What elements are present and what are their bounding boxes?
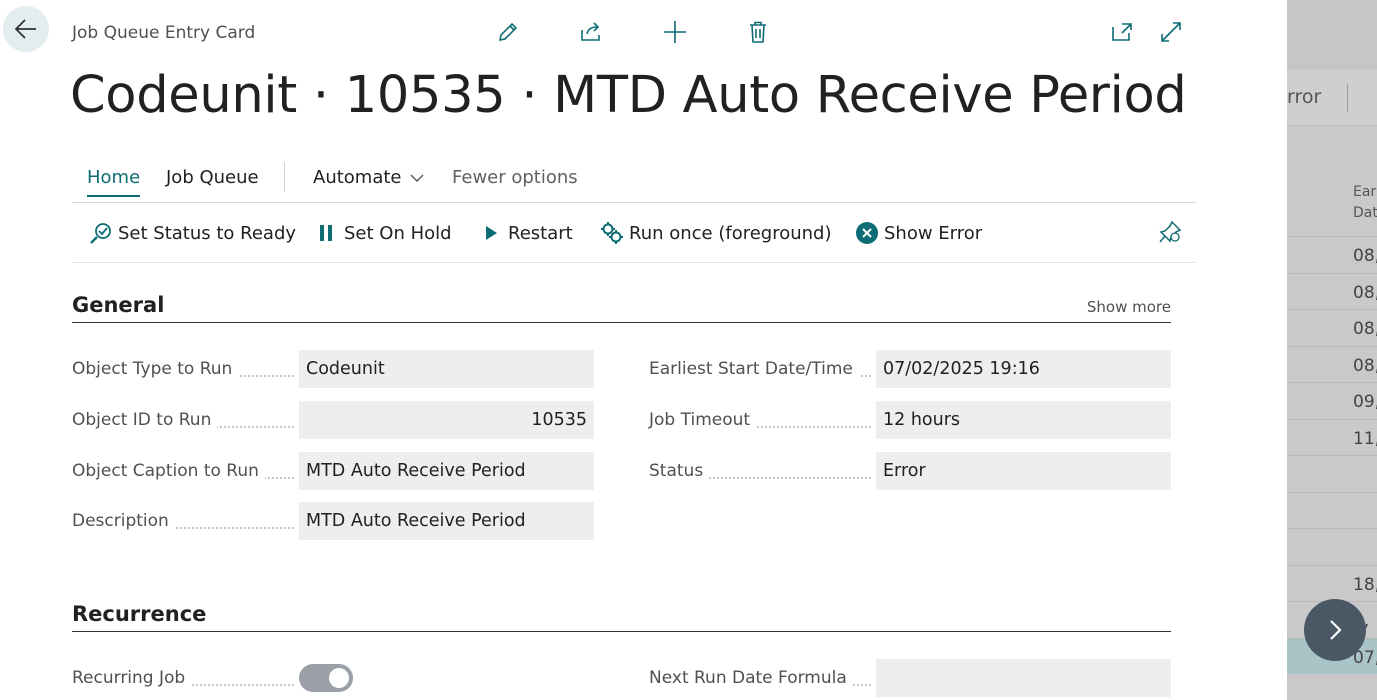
background-header	[1287, 0, 1377, 70]
status-label: Status	[649, 461, 710, 481]
table-row	[1287, 455, 1377, 492]
error-x-icon	[855, 221, 879, 245]
table-row: 08,	[1287, 309, 1377, 346]
table-row	[1287, 528, 1377, 565]
new-button[interactable]	[661, 18, 689, 46]
next-run-formula-label: Next Run Date Formula	[649, 668, 853, 688]
edit-pencil-icon	[498, 22, 518, 42]
job-timeout-label: Job Timeout	[649, 410, 757, 430]
restart-button[interactable]: Restart	[479, 221, 573, 245]
object-id-label: Object ID to Run	[72, 410, 218, 430]
run-once-button[interactable]: Run once (foreground)	[600, 221, 832, 245]
show-error-label: Show Error	[884, 222, 983, 244]
table-row: 08,	[1287, 345, 1377, 383]
status-input[interactable]: Error	[876, 452, 1171, 490]
general-section-header[interactable]: General Show more	[72, 293, 1171, 323]
chevron-right-icon	[1330, 620, 1342, 640]
description-field: Description MTD Auto Receive Period	[72, 502, 594, 540]
background-list-page: rror Ear Dat 08, 08, 08, 08, 09, 11, 18,…	[1287, 0, 1377, 700]
table-row: 08,	[1287, 272, 1377, 310]
set-ready-icon	[89, 221, 113, 245]
open-new-window-button[interactable]	[1108, 18, 1136, 46]
object-id-input[interactable]: 10535	[299, 401, 594, 439]
expand-icon	[1161, 22, 1181, 42]
recurring-job-label: Recurring Job	[72, 668, 192, 688]
recurrence-heading: Recurrence	[72, 602, 207, 626]
table-row: 09,	[1287, 382, 1377, 419]
share-icon	[581, 22, 600, 41]
card-toolbar	[0, 18, 1287, 48]
tab-automate-label: Automate	[313, 167, 402, 188]
object-caption-field: Object Caption to Run MTD Auto Receive P…	[72, 452, 594, 490]
next-run-formula-field: Next Run Date Formula	[649, 659, 1171, 697]
tab-automate[interactable]: Automate	[313, 167, 426, 188]
set-on-hold-label: Set On Hold	[344, 222, 452, 244]
background-show-error-action: rror	[1287, 86, 1322, 108]
table-row	[1287, 491, 1377, 529]
run-once-label: Run once (foreground)	[629, 222, 832, 244]
recurring-job-field: Recurring Job	[72, 659, 594, 697]
fewer-options-button[interactable]: Fewer options	[452, 167, 578, 188]
job-timeout-input[interactable]: 12 hours	[876, 401, 1171, 439]
open-new-window-icon	[1112, 23, 1132, 41]
earliest-start-label: Earliest Start Date/Time	[649, 359, 859, 379]
trash-icon	[750, 21, 766, 43]
tab-job-queue[interactable]: Job Queue	[166, 167, 259, 188]
set-on-hold-button[interactable]: Set On Hold	[315, 221, 452, 245]
action-tabs: Home Job Queue Automate Fewer options	[72, 160, 1196, 203]
earliest-start-input[interactable]: 07/02/2025 19:16	[876, 350, 1171, 388]
recurrence-section-header[interactable]: Recurrence	[72, 602, 1171, 632]
object-type-label: Object Type to Run	[72, 359, 239, 379]
background-separator	[1347, 84, 1348, 112]
action-bar: Set Status to Ready Set On Hold Restart …	[72, 203, 1196, 263]
run-once-icon	[600, 221, 624, 245]
description-label: Description	[72, 511, 175, 531]
pin-icon	[1158, 220, 1182, 244]
tab-home[interactable]: Home	[87, 167, 141, 197]
job-queue-entry-card: Job Queue Entry Card Codeunit · 10535 · …	[0, 0, 1287, 700]
description-input[interactable]: MTD Auto Receive Period	[299, 502, 594, 540]
play-icon	[479, 221, 503, 245]
job-timeout-field: Job Timeout 12 hours	[649, 401, 1171, 439]
general-heading: General	[72, 293, 165, 317]
tab-separator	[284, 162, 285, 192]
page-title: Codeunit · 10535 · MTD Auto Receive Peri…	[70, 66, 1187, 125]
restart-label: Restart	[508, 222, 573, 244]
show-more-link[interactable]: Show more	[1087, 298, 1171, 316]
table-row: 18,	[1287, 564, 1377, 602]
status-field: Status Error	[649, 452, 1171, 490]
show-error-button[interactable]: Show Error	[855, 221, 982, 245]
recurring-job-toggle[interactable]	[299, 664, 353, 692]
expand-button[interactable]	[1157, 18, 1185, 46]
object-type-field: Object Type to Run Codeunit	[72, 350, 594, 388]
earliest-start-field: Earliest Start Date/Time 07/02/2025 19:1…	[649, 350, 1171, 388]
plus-icon	[664, 21, 686, 43]
toggle-knob	[329, 668, 349, 688]
table-row: 11,	[1287, 418, 1377, 456]
chevron-down-icon	[410, 174, 423, 182]
object-caption-input[interactable]: MTD Auto Receive Period	[299, 452, 594, 490]
table-row: 08,	[1287, 236, 1377, 273]
set-status-ready-label: Set Status to Ready	[118, 222, 297, 244]
object-id-field: Object ID to Run 10535	[72, 401, 594, 439]
pin-action-bar-button[interactable]	[1158, 220, 1187, 244]
object-type-input[interactable]: Codeunit	[299, 350, 594, 388]
delete-button[interactable]	[744, 18, 772, 46]
next-run-formula-input[interactable]	[876, 659, 1171, 697]
share-button[interactable]	[577, 18, 605, 46]
pause-icon	[315, 221, 339, 245]
next-record-button[interactable]	[1304, 599, 1366, 661]
set-status-ready-button[interactable]: Set Status to Ready	[89, 221, 296, 245]
object-caption-label: Object Caption to Run	[72, 461, 265, 481]
edit-button[interactable]	[494, 18, 522, 46]
background-column-header: Ear Dat	[1353, 184, 1377, 221]
